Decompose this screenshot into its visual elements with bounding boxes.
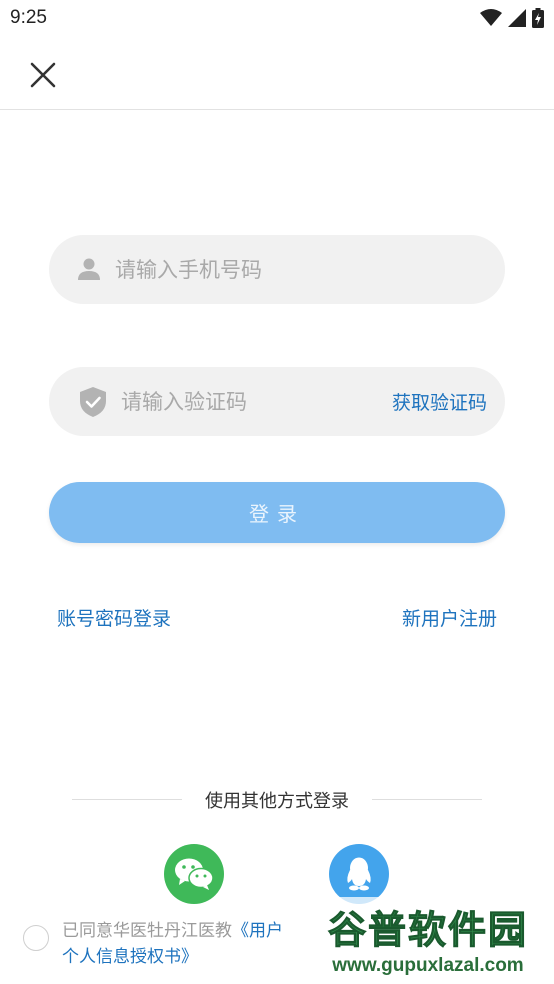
close-icon — [30, 62, 56, 88]
get-code-button[interactable]: 获取验证码 — [392, 388, 487, 415]
battery-charging-icon — [532, 8, 544, 28]
status-time: 9:25 — [10, 7, 47, 28]
qq-login-button[interactable] — [329, 844, 389, 904]
watermark-url: www.gupuxlazal.com — [332, 955, 524, 976]
code-field: 获取验证码 — [49, 367, 505, 436]
wechat-icon — [175, 858, 214, 890]
other-login-title: 使用其他方式登录 — [205, 791, 349, 812]
status-icons — [480, 8, 544, 28]
privacy-authorization-link[interactable]: 个人信息授权书》 — [62, 947, 198, 967]
wechat-login-button[interactable] — [164, 844, 224, 904]
signal-icon — [508, 9, 526, 27]
agreement-checkbox[interactable] — [23, 925, 49, 951]
qq-icon — [347, 857, 371, 891]
password-login-link[interactable]: 账号密码登录 — [57, 604, 171, 631]
close-button[interactable] — [24, 56, 62, 94]
divider-right — [372, 799, 482, 800]
register-link[interactable]: 新用户注册 — [402, 604, 497, 631]
shield-check-icon — [79, 387, 107, 417]
top-bar — [0, 38, 554, 110]
user-icon — [77, 257, 101, 281]
wifi-icon — [480, 9, 502, 26]
agreement-prefix: 已同意华医牡丹江医教 — [62, 921, 232, 941]
login-button[interactable]: 登录 — [49, 482, 505, 543]
code-input[interactable] — [121, 367, 351, 436]
watermark-title: 谷普软件园 — [327, 908, 528, 953]
watermark: 谷普软件园 www.gupuxlazal.com — [302, 897, 554, 984]
status-bar: 9:25 — [0, 0, 554, 38]
phone-input[interactable] — [115, 235, 485, 304]
user-agreement-link[interactable]: 《用户 — [232, 921, 283, 941]
phone-field — [49, 235, 505, 304]
